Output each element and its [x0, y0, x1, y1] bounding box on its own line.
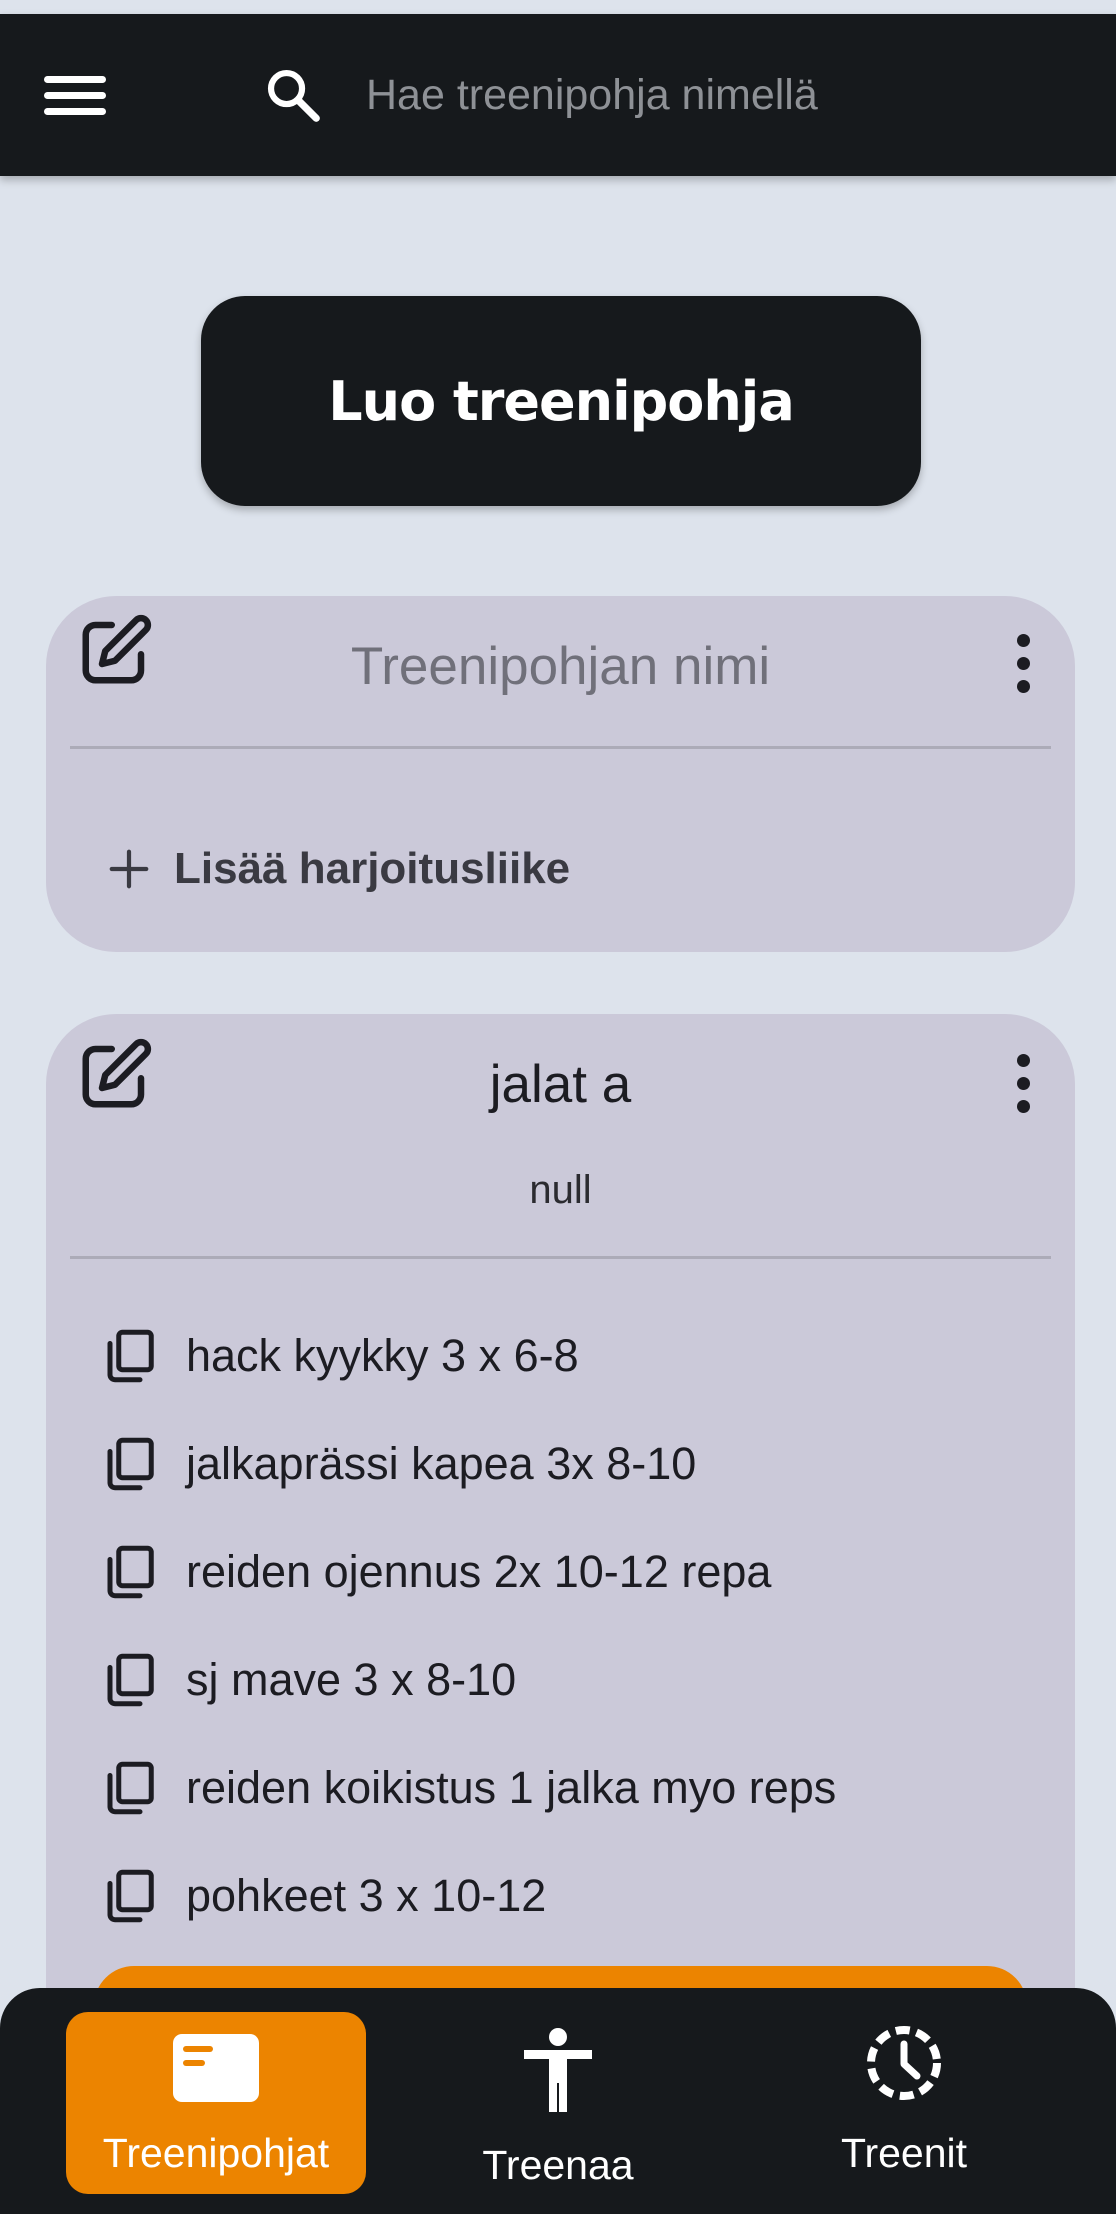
copy-icon[interactable] — [100, 1324, 160, 1388]
exercise-label: jalkaprässi kapea 3x 8-10 — [186, 1438, 697, 1489]
copy-icon[interactable] — [100, 1432, 160, 1496]
add-exercise-button[interactable]: Lisää harjoitusliike — [106, 828, 570, 910]
exercise-item: reiden ojennus 2x 10-12 repa — [100, 1518, 1035, 1626]
edit-icon[interactable] — [76, 612, 154, 690]
bottom-navigation: Treenipohjat Treenaa Treenit — [0, 1988, 1116, 2214]
exercise-item: jalkaprässi kapea 3x 8-10 — [100, 1410, 1035, 1518]
edit-icon[interactable] — [76, 1036, 154, 1114]
divider — [70, 1256, 1051, 1259]
exercise-label: hack kyykky 3 x 6-8 — [186, 1330, 579, 1381]
copy-icon[interactable] — [100, 1864, 160, 1928]
copy-icon[interactable] — [100, 1648, 160, 1712]
exercise-item: hack kyykky 3 x 6-8 — [100, 1302, 1035, 1410]
template-title: jalat a — [489, 1055, 632, 1114]
history-clock-icon — [867, 2026, 941, 2100]
hamburger-menu-icon — [44, 76, 106, 83]
exercise-label: pohkeet 3 x 10-12 — [186, 1870, 547, 1921]
create-template-button[interactable]: Luo treenipohja — [201, 296, 921, 506]
template-card-icon — [173, 2034, 259, 2102]
exercise-item: reiden koikistus 1 jalka myo reps — [100, 1734, 1035, 1842]
copy-icon[interactable] — [100, 1540, 160, 1604]
nav-label: Treenaa — [482, 2142, 634, 2188]
copy-icon[interactable] — [100, 1756, 160, 1820]
nav-item-templates[interactable]: Treenipohjat — [66, 2012, 366, 2194]
more-options-icon[interactable] — [1011, 1054, 1035, 1114]
exercise-item: sj mave 3 x 8-10 — [100, 1626, 1035, 1734]
exercise-label: reiden ojennus 2x 10-12 repa — [186, 1546, 772, 1597]
exercise-item: pohkeet 3 x 10-12 — [100, 1842, 1035, 1950]
exercise-label: reiden koikistus 1 jalka myo reps — [186, 1762, 837, 1813]
menu-button[interactable] — [40, 64, 112, 126]
person-icon — [524, 2028, 592, 2112]
plus-icon — [109, 849, 149, 889]
divider — [70, 746, 1051, 749]
add-exercise-label: Lisää harjoitusliike — [174, 844, 571, 893]
nav-label: Treenit — [840, 2130, 968, 2176]
exercise-list: hack kyykky 3 x 6-8 jalkaprässi kapea 3x… — [100, 1302, 1035, 1950]
status-bar — [0, 0, 1116, 14]
exercise-label: sj mave 3 x 8-10 — [186, 1654, 517, 1705]
template-card-new: Treenipohjan nimi Lisää harjoitusliike — [46, 596, 1075, 952]
nav-item-history[interactable]: Treenit — [754, 2012, 1054, 2194]
template-description: null — [529, 1168, 592, 1212]
search-icon — [267, 69, 320, 122]
template-name-placeholder[interactable]: Treenipohjan nimi — [166, 636, 955, 697]
nav-label: Treenipohjat — [102, 2130, 330, 2176]
search-input[interactable] — [366, 64, 1066, 126]
more-options-icon[interactable] — [1011, 634, 1035, 694]
top-app-bar — [0, 14, 1116, 176]
nav-item-train[interactable]: Treenaa — [408, 2012, 708, 2194]
